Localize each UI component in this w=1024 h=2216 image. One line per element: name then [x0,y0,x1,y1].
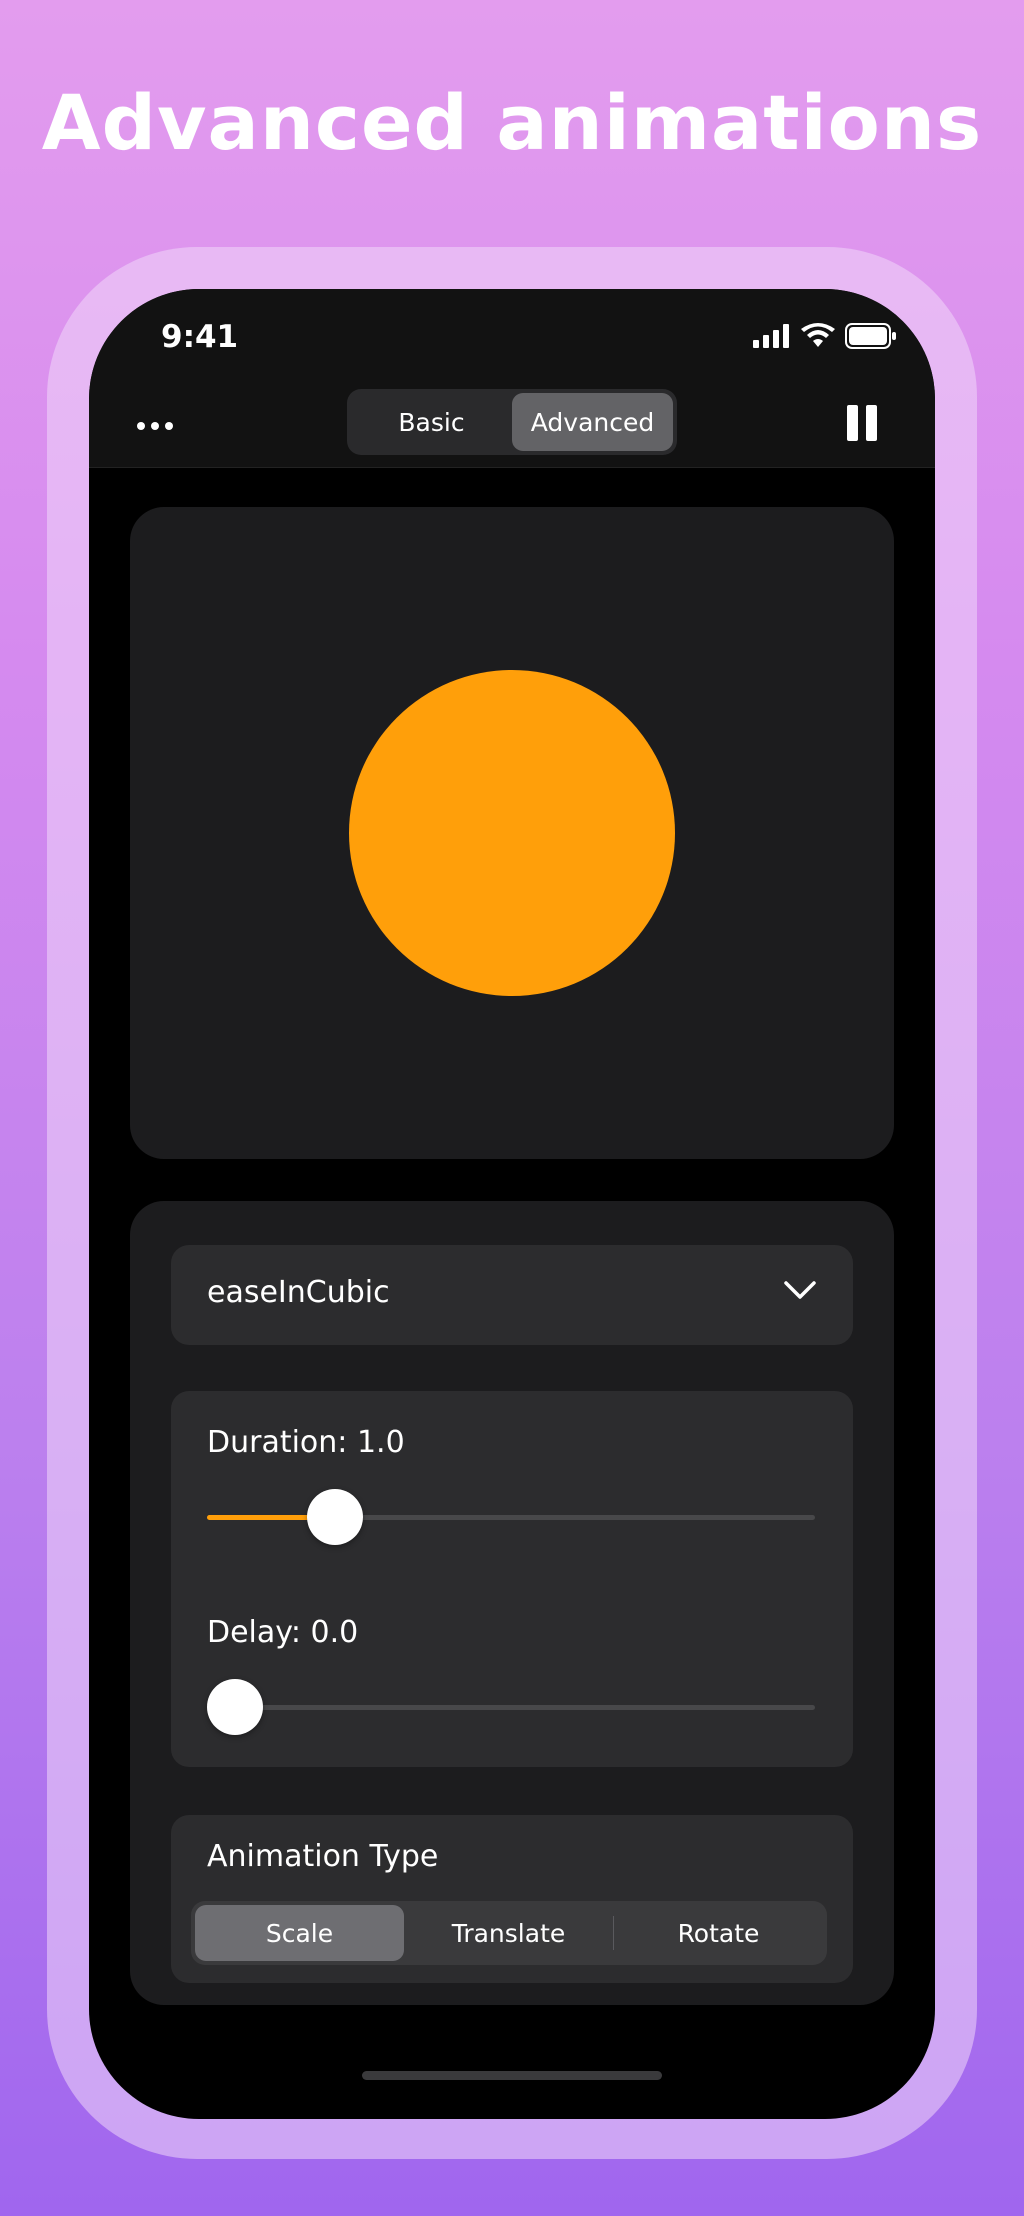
easing-dropdown[interactable]: easeInCubic [171,1245,853,1345]
status-bar: 9:41 [89,289,935,389]
type-option-scale[interactable]: Scale [195,1905,404,1961]
controls-card: easeInCubic Duration: 1.0 Delay: 0.0 Ani… [130,1201,894,2005]
pause-icon[interactable] [847,405,877,441]
home-indicator [362,2071,662,2080]
chevron-down-icon [784,1281,816,1299]
delay-label: Delay: 0.0 [207,1615,359,1650]
duration-slider-thumb[interactable] [306,1489,363,1545]
animation-type-label: Animation Type [207,1839,439,1874]
delay-slider-track[interactable] [207,1679,815,1735]
status-icons [753,323,897,349]
wifi-icon [801,323,835,347]
delay-slider-thumb[interactable] [207,1679,263,1735]
cellular-signal-icon [753,324,789,348]
nav-bar: Basic Advanced [89,389,935,468]
animation-type-box: Animation Type Scale Translate Rotate [171,1815,853,1983]
battery-icon [845,323,896,349]
phone-screen: 9:41 Basic Advanced easeInCubic Duration… [89,289,935,2119]
type-option-rotate[interactable]: Rotate [614,1905,823,1961]
duration-label: Duration: 1.0 [207,1425,405,1460]
animated-circle [349,670,675,996]
tab-basic[interactable]: Basic [351,393,512,451]
status-time: 9:41 [161,319,239,355]
animation-type-segmented-control: Scale Translate Rotate [191,1901,827,1965]
type-option-translate[interactable]: Translate [404,1905,613,1961]
animation-preview-card [130,507,894,1159]
headline: Advanced animations [41,78,983,167]
mode-segmented-control: Basic Advanced [347,389,677,455]
easing-selected-value: easeInCubic [207,1275,390,1310]
tab-advanced[interactable]: Advanced [512,393,673,451]
duration-slider-track[interactable] [207,1489,815,1545]
more-horizontal-icon[interactable] [137,411,183,441]
timing-sliders: Duration: 1.0 Delay: 0.0 [171,1391,853,1767]
